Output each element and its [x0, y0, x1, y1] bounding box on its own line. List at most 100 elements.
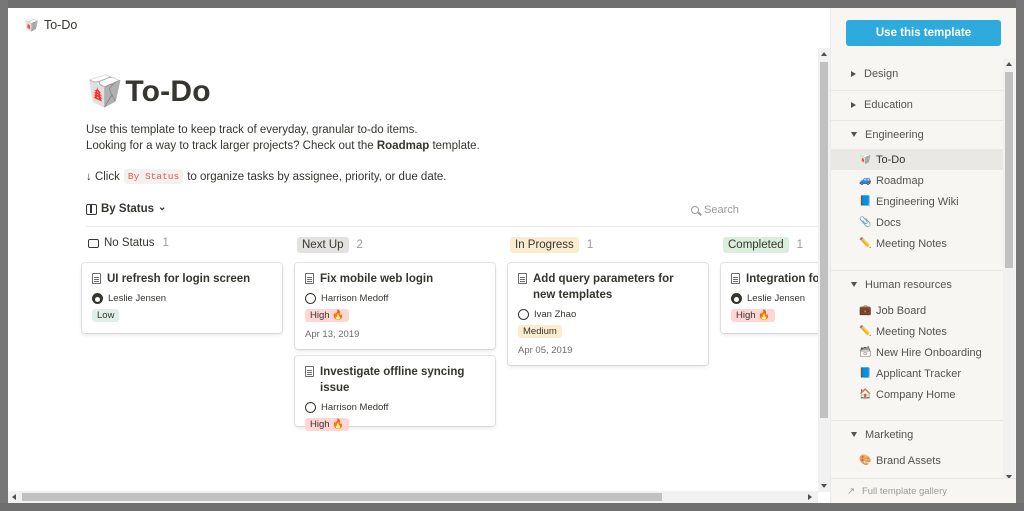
arrow-up-right-icon: ↗: [847, 485, 855, 497]
card-title-text: Add query parameters for new templates: [533, 273, 674, 301]
category-education[interactable]: Education: [831, 90, 1003, 118]
board-card[interactable]: Add query parameters for new templates I…: [508, 263, 708, 365]
scroll-right-icon[interactable]: [808, 494, 812, 500]
inbox-icon: [88, 238, 99, 248]
card-date: Apr 05, 2019: [518, 345, 573, 356]
assignee-name: Leslie Jensen: [108, 293, 167, 304]
card-title: Fix mobile web login: [305, 271, 485, 287]
car-icon: 🚙: [859, 175, 872, 186]
priority-badge: High 🔥: [731, 309, 776, 322]
board-column-header[interactable]: Completed 1: [723, 237, 803, 253]
template-label: Engineering Wiki: [876, 195, 959, 208]
template-item-brand-assets[interactable]: 🎨 Brand Assets: [831, 450, 1003, 471]
template-item-new-hire-onboarding[interactable]: 🗃 New Hire Onboarding: [831, 342, 1003, 363]
collapse-icon: [851, 432, 857, 437]
page-icon: [518, 273, 527, 284]
template-item-todo[interactable]: 🥡 To-Do: [831, 149, 1003, 170]
vertical-scrollbar[interactable]: [818, 48, 830, 492]
board-card[interactable]: Fix mobile web login Harrison Medoff Hig…: [295, 263, 495, 349]
priority-badge: Medium: [518, 325, 562, 338]
briefcase-icon: 💼: [859, 305, 872, 316]
book-icon: 📘: [859, 196, 872, 207]
roadmap-link[interactable]: Roadmap: [377, 140, 429, 152]
view-label: By Status: [101, 203, 155, 215]
backdrop[interactable]: [0, 503, 1024, 511]
template-label: Applicant Tracker: [876, 367, 961, 380]
view-toolbar: By Status ⌄ Search: [86, 201, 830, 227]
expand-icon: [851, 71, 856, 77]
category-human-resources[interactable]: Human resources: [831, 270, 1003, 298]
template-item-meeting-notes[interactable]: ✏️ Meeting Notes: [831, 321, 1003, 342]
board-column-header[interactable]: In Progress 1: [510, 237, 593, 253]
template-item-company-home[interactable]: 🏠 Company Home: [831, 384, 1003, 405]
assignee-name: Leslie Jensen: [747, 293, 806, 304]
template-item-docs[interactable]: 📎 Docs: [831, 212, 1003, 233]
category-engineering[interactable]: Engineering: [831, 120, 1003, 148]
breadcrumb-title: To-Do: [43, 18, 78, 32]
scrollbar-thumb[interactable]: [1005, 72, 1013, 268]
scroll-up-icon[interactable]: [1006, 62, 1012, 66]
board-column-header[interactable]: No Status 1: [88, 237, 169, 249]
category-design[interactable]: Design: [831, 60, 1003, 88]
board-card[interactable]: Investigate offline syncing issue Harris…: [295, 356, 495, 431]
horizontal-scrollbar[interactable]: [8, 491, 818, 503]
template-label: New Hire Onboarding: [876, 346, 982, 359]
priority-badge: High 🔥: [305, 309, 350, 322]
avatar: [731, 293, 742, 304]
backdrop[interactable]: [0, 0, 1024, 8]
sidebar-scrollbar[interactable]: [1003, 58, 1015, 483]
category-label: Engineering: [865, 128, 924, 141]
column-count: 1: [586, 239, 594, 251]
card-title: Integration for: [731, 271, 830, 287]
scroll-down-icon[interactable]: [821, 484, 827, 488]
scroll-up-icon[interactable]: [821, 52, 827, 56]
scrollbar-thumb[interactable]: [820, 62, 828, 418]
template-sidebar: Use this template Design Education Engin…: [830, 8, 1016, 503]
collapse-icon: [851, 132, 857, 137]
pencil-icon: ✏️: [859, 326, 872, 337]
scroll-left-icon[interactable]: [12, 494, 16, 500]
avatar: [92, 293, 103, 304]
page-description: Use this template to keep track of every…: [86, 122, 480, 154]
board-column-header[interactable]: Next Up 2: [297, 237, 363, 253]
house-icon: 🏠: [859, 389, 872, 400]
card-assignee: Ivan Zhao: [518, 309, 698, 320]
backdrop[interactable]: [0, 0, 8, 511]
avatar: [518, 309, 529, 320]
scrollbar-thumb[interactable]: [22, 493, 662, 501]
template-item-applicant-tracker[interactable]: 📘 Applicant Tracker: [831, 363, 1003, 384]
breadcrumb[interactable]: 🥡 To-Do: [24, 18, 77, 32]
assignee-name: Harrison Medoff: [321, 402, 389, 413]
chevron-down-icon: ⌄: [158, 201, 167, 213]
template-label: Brand Assets: [876, 454, 941, 467]
card-title-text: Investigate offline syncing issue: [320, 366, 465, 394]
template-item-meeting-notes[interactable]: ✏️ Meeting Notes: [831, 233, 1003, 254]
description-line: Use this template to keep track of every…: [86, 124, 418, 136]
category-marketing[interactable]: Marketing: [831, 420, 1003, 448]
template-item-engineering-wiki[interactable]: 📘 Engineering Wiki: [831, 191, 1003, 212]
column-label: No Status: [104, 237, 155, 249]
hint-text: to organize tasks by assignee, priority,…: [187, 170, 447, 183]
use-template-button[interactable]: Use this template: [846, 20, 1001, 46]
template-item-job-board[interactable]: 💼 Job Board: [831, 300, 1003, 321]
card-title-text: Fix mobile web login: [320, 273, 434, 285]
board-card[interactable]: Integration for Leslie Jensen High 🔥: [721, 263, 830, 333]
view-selector-button[interactable]: By Status ⌄: [86, 201, 167, 215]
palette-icon: 🎨: [859, 455, 872, 466]
card-title: Add query parameters for new templates: [518, 271, 698, 303]
category-label: Human resources: [865, 278, 952, 291]
full-gallery-link[interactable]: ↗ Full template gallery: [831, 478, 1016, 503]
todo-icon: 🥡: [86, 74, 124, 109]
search-button[interactable]: Search: [691, 204, 739, 216]
column-count: 1: [796, 239, 804, 251]
board-card[interactable]: UI refresh for login screen Leslie Jense…: [82, 263, 282, 333]
description-text: Looking for a way to track larger projec…: [86, 140, 377, 152]
template-item-roadmap[interactable]: 🚙 Roadmap: [831, 170, 1003, 191]
backdrop[interactable]: [1016, 0, 1024, 511]
template-label: Roadmap: [876, 174, 924, 187]
board-icon: [86, 203, 97, 215]
column-count: 1: [162, 237, 169, 249]
description-text: template.: [429, 140, 480, 152]
page-icon: [305, 366, 314, 377]
card-assignee: Leslie Jensen: [731, 293, 830, 304]
